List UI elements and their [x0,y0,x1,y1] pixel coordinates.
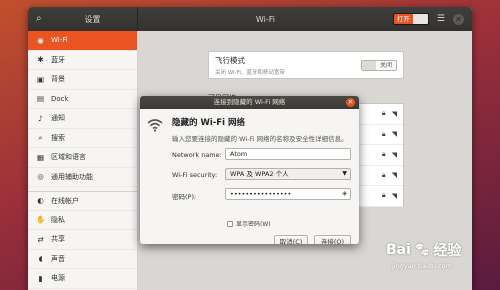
sidebar-item-privacy[interactable]: ✋ 隐私 [28,211,137,230]
sidebar-item-notifications[interactable]: ♪ 通知 [28,109,137,129]
window-titlebar: ⌕ 设置 Wi-Fi 打开 ☰ ✕ [28,7,472,31]
sidebar-item-label: 电源 [51,274,65,283]
sidebar-item-label: Wi-Fi [51,36,68,45]
password-input[interactable]: •••••••••••••••• ◈ [225,188,351,200]
security-select[interactable]: WPA 及 WPA2 个人 ▼ [225,168,351,180]
sidebar-item-dock[interactable]: ▤ Dock [28,90,137,109]
dialog-titlebar: 连接到隐藏的 Wi-Fi 网络 ✕ [140,96,359,109]
dialog-heading: 隐藏的 Wi-Fi 网络 [172,118,245,128]
paw-icon: 🐾︎ [413,242,431,258]
show-password-label: 显示密码(W) [236,221,271,228]
signal-icon: ◥ [391,191,397,200]
show-password-checkbox[interactable] [227,220,233,227]
sidebar-item-sharing[interactable]: ⇄ 共享 [28,230,137,250]
network-name-input[interactable]: Atom [225,148,351,160]
wifi-toggle-label: 打开 [393,14,413,24]
sidebar-header: ⌕ 设置 [28,7,138,31]
airplane-toggle-knob [362,61,376,70]
accessibility-icon: ◎ [37,172,44,182]
security-select-value: WPA 及 WPA2 个人 [230,170,289,178]
baidu-url: jingyan.baidu.com [392,262,452,270]
search-icon[interactable]: ⌕ [36,13,48,25]
sidebar-item-label: 搜索 [51,133,65,142]
sidebar-item-label: 背景 [51,75,65,84]
sidebar-item-online-accounts[interactable]: ◐ 在线帐户 [28,191,137,211]
signal-icon: ◥ [391,109,397,118]
signal-icon: ◥ [391,130,397,139]
sharing-icon: ⇄ [37,234,44,244]
sidebar-item-label: 通知 [51,114,65,123]
region-language-icon: ▦ [36,152,45,162]
privacy-icon: ✋ [36,215,46,225]
password-value: •••••••••••••••• [230,190,292,198]
security-label: Wi-Fi security: [172,171,218,179]
sidebar-item-label: 声音 [51,254,65,263]
hidden-network-dialog: 连接到隐藏的 Wi-Fi 网络 ✕ 隐藏的 Wi-Fi 网络 输入您要连接的隐藏… [140,96,359,244]
lock-icon: 🔒︎ [381,170,386,179]
window-close-icon[interactable]: ✕ [453,13,464,25]
sidebar-item-label: 蓝牙 [51,55,65,64]
online-accounts-icon: ◐ [37,196,44,206]
sidebar-item-label: Dock [51,94,69,103]
network-name-label: Network name: [172,151,222,159]
connect-button[interactable]: 连接(O) [314,235,351,244]
dialog-title: 连接到隐藏的 Wi-Fi 网络 [213,98,286,106]
airplane-mode-card: 飞行模式 关闭 Wi-Fi、蓝牙和移动宽带 关闭 [208,51,404,79]
chevron-down-icon: ▼ [342,170,347,177]
sidebar-item-label: 区域和语言 [51,153,86,162]
background-icon: ▣ [36,74,45,84]
bluetooth-icon: ✱ [37,55,44,65]
sidebar-item-label: 共享 [51,235,65,244]
signal-icon: ◥ [391,150,397,159]
menu-icon[interactable]: ☰ [437,14,445,24]
password-label: 密码(P): [172,193,197,201]
lock-icon: 🔒︎ [381,129,386,138]
sidebar-item-bluetooth[interactable]: ✱ 蓝牙 [28,51,137,70]
baidu-logo-text: Bai [386,242,411,258]
dock-icon: ▤ [36,94,45,104]
notification-icon: ♪ [38,113,43,123]
lock-icon: 🔒︎ [381,150,386,159]
sidebar: ◉ Wi-Fi ✱ 蓝牙 ▣ 背景 ▤ Dock ♪ 通知 ⌕ 搜索 ▦ 区域和… [28,31,138,290]
sidebar-item-label: 在线帐户 [51,196,79,205]
sidebar-item-label: 通用辅助功能 [51,172,93,181]
airplane-toggle-label: 关闭 [376,61,396,70]
wifi-large-icon [147,119,163,132]
show-password-row[interactable]: 显示密码(W) [227,219,271,228]
sidebar-item-accessibility[interactable]: ◎ 通用辅助功能 [28,168,137,187]
sidebar-item-sound[interactable]: ◖ 声音 [28,250,137,269]
wifi-icon: ◉ [37,35,44,45]
cancel-button[interactable]: 取消(C) [274,235,308,244]
sidebar-item-power[interactable]: ▮ 电源 [28,269,137,289]
baidu-logo-text-2: 经验 [433,243,462,259]
sidebar-title: 设置 [84,14,101,24]
search-icon: ⌕ [38,132,43,142]
sound-icon: ◖ [38,254,43,264]
wifi-toggle-knob [412,14,428,24]
sidebar-item-background[interactable]: ▣ 背景 [28,70,137,90]
power-icon: ▮ [38,273,43,283]
dialog-close-icon[interactable]: ✕ [346,98,355,107]
sidebar-item-search[interactable]: ⌕ 搜索 [28,129,137,148]
sidebar-item-region-language[interactable]: ▦ 区域和语言 [28,148,137,168]
page-title: Wi-Fi [255,14,275,24]
signal-icon: ◥ [391,171,397,180]
lock-icon: 🔒︎ [381,191,386,200]
baidu-watermark: Bai 🐾︎ 经验 jingyan.baidu.com [386,240,486,280]
password-options-icon[interactable]: ◈ [342,189,347,199]
wifi-toggle[interactable]: 打开 [392,13,429,25]
airplane-mode-toggle[interactable]: 关闭 [361,60,397,71]
baidu-logo: Bai 🐾︎ 经验 [386,240,486,260]
sidebar-item-wifi[interactable]: ◉ Wi-Fi [28,31,137,51]
dialog-description: 输入您要连接的隐藏的 Wi-Fi 网络的名称及安全性详细信息。 [172,135,348,143]
sidebar-item-label: 隐私 [51,215,65,224]
lock-icon: 🔒︎ [381,109,386,118]
